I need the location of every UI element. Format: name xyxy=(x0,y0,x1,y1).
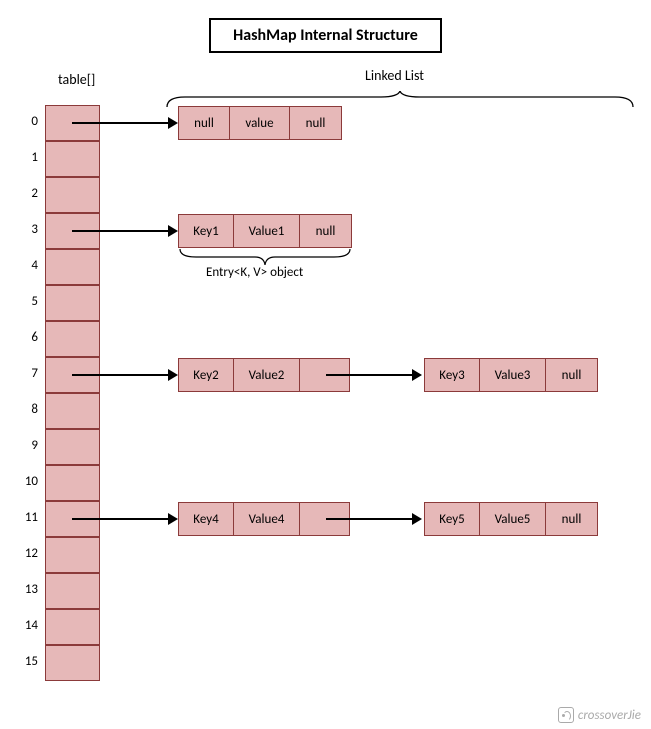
entry-value: Value4 xyxy=(234,502,300,536)
bucket-slot xyxy=(45,537,100,573)
entry-value: Value2 xyxy=(234,358,300,392)
entry-value: Value5 xyxy=(480,502,546,536)
bucket-index: 6 xyxy=(10,330,38,345)
bucket-index: 1 xyxy=(10,150,38,165)
entry-node: Key4 Value4 xyxy=(178,502,350,536)
entry-next: null xyxy=(300,214,352,248)
entry-key: Key2 xyxy=(178,358,234,392)
bucket-slot xyxy=(45,465,100,501)
arrow-icon xyxy=(72,113,178,133)
entry-next: null xyxy=(546,358,598,392)
bucket-slot xyxy=(45,177,100,213)
bucket-index: 0 xyxy=(10,114,38,129)
entry-key: Key3 xyxy=(424,358,480,392)
entry-value: value xyxy=(230,106,290,140)
entry-brace xyxy=(178,249,352,265)
entry-key: null xyxy=(178,106,230,140)
bucket-slot xyxy=(45,609,100,645)
bucket-slot xyxy=(45,285,100,321)
bucket-slot xyxy=(45,573,100,609)
diagram-body: 0 1 2 3 4 5 6 7 8 9 10 11 12 13 14 15 nu… xyxy=(10,99,641,719)
entry-node: Key1 Value1 null xyxy=(178,214,352,248)
diagram-title: HashMap Internal Structure xyxy=(209,18,442,53)
watermark: crossoverJie xyxy=(558,707,641,723)
bucket-index: 4 xyxy=(10,258,38,273)
entry-key: Key5 xyxy=(424,502,480,536)
entry-node: Key2 Value2 xyxy=(178,358,350,392)
arrow-icon xyxy=(72,509,178,529)
entry-key: Key4 xyxy=(178,502,234,536)
bucket-index: 15 xyxy=(10,654,38,669)
bucket-index: 12 xyxy=(10,546,38,561)
entry-node: Key3 Value3 null xyxy=(424,358,598,392)
arrow-icon xyxy=(72,365,178,385)
bucket-slot xyxy=(45,321,100,357)
entry-value: Value3 xyxy=(480,358,546,392)
entry-object-label: Entry<K, V> object xyxy=(206,265,303,280)
entry-next: null xyxy=(290,106,342,140)
bucket-index: 10 xyxy=(10,474,38,489)
bucket-slot xyxy=(45,249,100,285)
wechat-icon xyxy=(558,707,574,723)
bucket-index: 11 xyxy=(10,510,38,525)
entry-node: null value null xyxy=(178,106,342,140)
bucket-index: 3 xyxy=(10,222,38,237)
bucket-index: 7 xyxy=(10,366,38,381)
entry-node: Key5 Value5 null xyxy=(424,502,598,536)
bucket-slot xyxy=(45,393,100,429)
bucket-index: 13 xyxy=(10,582,38,597)
bucket-index: 2 xyxy=(10,186,38,201)
bucket-index: 14 xyxy=(10,618,38,633)
entry-next: null xyxy=(546,502,598,536)
linked-list-label: Linked List xyxy=(365,67,424,84)
bucket-index: 5 xyxy=(10,294,38,309)
bucket-index: 9 xyxy=(10,438,38,453)
bucket-index: 8 xyxy=(10,402,38,417)
entry-key: Key1 xyxy=(178,214,234,248)
bucket-slot xyxy=(45,645,100,681)
arrow-icon xyxy=(72,221,178,241)
header-labels: table[] Linked List xyxy=(10,65,641,99)
watermark-text: crossoverJie xyxy=(578,708,641,723)
table-label: table[] xyxy=(58,71,95,88)
entry-value: Value1 xyxy=(234,214,300,248)
bucket-slot xyxy=(45,429,100,465)
arrow-icon xyxy=(326,509,422,529)
arrow-icon xyxy=(326,365,422,385)
bucket-slot xyxy=(45,141,100,177)
